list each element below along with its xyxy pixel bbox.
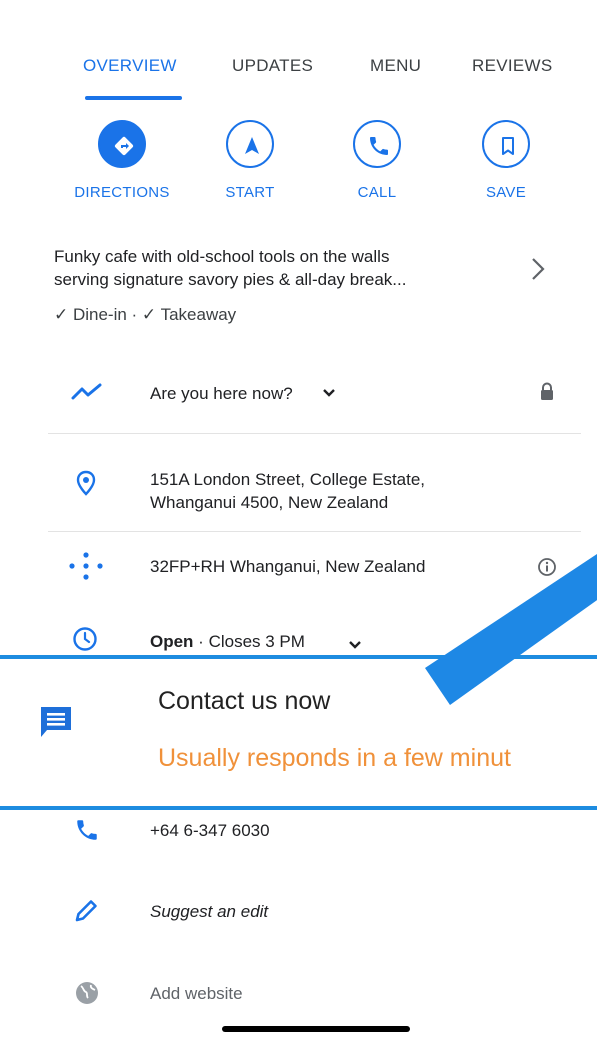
- pencil-icon: [75, 900, 97, 922]
- phone-row[interactable]: +64 6-347 6030: [0, 815, 597, 845]
- add-website-row[interactable]: Add website: [0, 978, 597, 1008]
- home-indicator[interactable]: [222, 1026, 410, 1032]
- overlay-arrow: [425, 553, 597, 705]
- suggest-edit-label: Suggest an edit: [150, 902, 269, 921]
- add-website-label: Add website: [150, 984, 243, 1003]
- globe-icon: [76, 982, 98, 1004]
- phone-icon: [77, 820, 97, 840]
- suggest-edit-row[interactable]: Suggest an edit: [0, 895, 597, 927]
- contact-subtitle: Usually responds in a few minut: [158, 744, 511, 772]
- phone-number: +64 6-347 6030: [150, 821, 270, 840]
